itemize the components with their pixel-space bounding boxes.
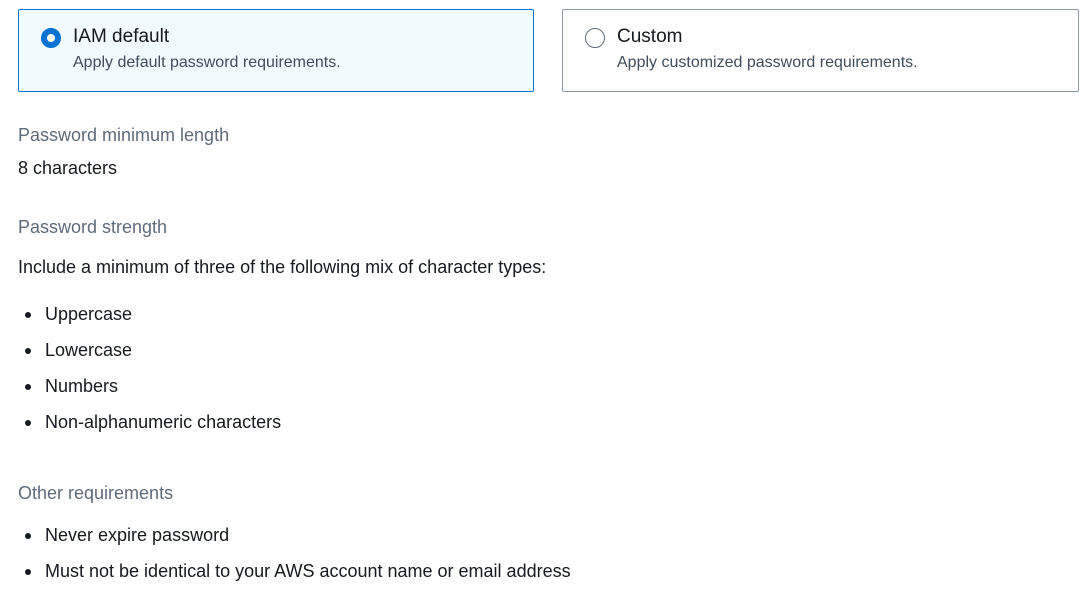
bullet-icon: [25, 384, 31, 390]
bullet-icon: [25, 533, 31, 539]
custom-description: Apply customized password requirements.: [617, 54, 918, 71]
character-types-list: Uppercase Lowercase Numbers Non-alphanum…: [18, 296, 281, 440]
other-requirements-label: Other requirements: [18, 483, 174, 503]
list-item: Uppercase: [18, 296, 281, 332]
bullet-icon: [25, 420, 31, 426]
list-item: Lowercase: [18, 332, 281, 368]
strength-intro: Include a minimum of three of the follow…: [18, 257, 547, 277]
list-item-text: Never expire password: [45, 525, 230, 545]
password-policy-options: IAM default Apply default password requi…: [18, 9, 1079, 92]
list-item-text: Lowercase: [45, 340, 133, 360]
list-item: Never expire password: [18, 517, 571, 553]
list-item: Must not be identical to your AWS accoun…: [18, 553, 571, 589]
list-item-text: Numbers: [45, 376, 119, 396]
other-requirements-list: Never expire password Must not be identi…: [18, 517, 571, 589]
strength-label: Password strength: [18, 217, 168, 237]
min-length-value: 8 characters: [18, 158, 118, 178]
bullet-icon: [25, 569, 31, 575]
custom-option[interactable]: Custom Apply customized password require…: [562, 9, 1079, 92]
bullet-icon: [25, 348, 31, 354]
list-item: Non-alphanumeric characters: [18, 404, 281, 440]
radio-unselected-icon[interactable]: [585, 28, 605, 48]
list-item: Numbers: [18, 368, 281, 404]
radio-selected-icon[interactable]: [41, 28, 61, 48]
iam-default-title: IAM default: [73, 26, 170, 47]
bullet-icon: [25, 312, 31, 318]
list-item-text: Non-alphanumeric characters: [45, 412, 282, 432]
iam-default-option[interactable]: IAM default Apply default password requi…: [18, 9, 534, 92]
list-item-text: Must not be identical to your AWS accoun…: [45, 561, 571, 581]
iam-default-description: Apply default password requirements.: [73, 54, 341, 71]
min-length-label: Password minimum length: [18, 125, 230, 145]
list-item-text: Uppercase: [45, 304, 133, 324]
custom-title: Custom: [617, 26, 683, 47]
